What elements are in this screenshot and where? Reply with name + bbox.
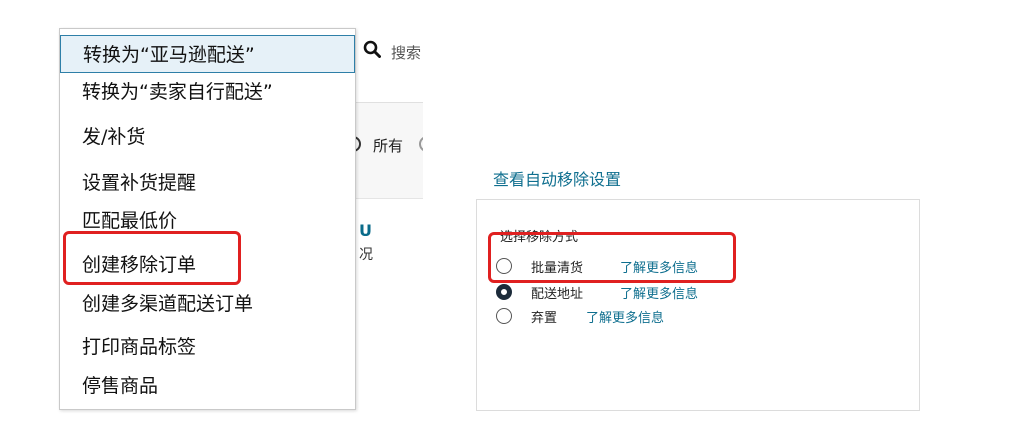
menu-item-create-mcf-order[interactable]: 创建多渠道配送订单 xyxy=(60,285,355,323)
option-liquidation[interactable]: 批量清货 了解更多信息 xyxy=(496,256,736,278)
menu-item-close-listing[interactable]: 停售商品 xyxy=(60,367,355,405)
menu-item-send-replenish[interactable]: 发/补货 xyxy=(60,118,355,156)
option-dispose[interactable]: 弃置 了解更多信息 xyxy=(496,306,736,328)
learn-more-link[interactable]: 了解更多信息 xyxy=(620,283,698,302)
learn-more-link[interactable]: 了解更多信息 xyxy=(586,307,664,326)
background-page-fragment: 搜索 所有 U 况 xyxy=(355,28,423,410)
filter-all-label: 所有 xyxy=(373,137,404,155)
option-label: 批量清货 xyxy=(531,261,584,276)
radio-liquidation[interactable] xyxy=(496,258,512,274)
card-letter: U xyxy=(359,221,372,240)
search-input[interactable]: 搜索 xyxy=(391,42,421,63)
search-icon[interactable] xyxy=(363,40,381,58)
search-bar[interactable]: 搜索 xyxy=(355,28,423,103)
radio-ship-to-address[interactable] xyxy=(496,284,512,300)
action-dropdown-menu: 转换为“亚马逊配送” 转换为“卖家自行配送” 发/补货 设置补货提醒 匹配最低价… xyxy=(59,28,356,410)
menu-item-create-removal-order[interactable]: 创建移除订单 xyxy=(60,246,355,284)
card-text: 况 xyxy=(359,247,373,263)
removal-method-label: 选择移除方式 xyxy=(500,230,579,245)
filter-radio[interactable] xyxy=(419,136,423,152)
view-auto-removal-settings-link[interactable]: 查看自动移除设置 xyxy=(493,166,621,190)
option-ship-to-address[interactable]: 配送地址 了解更多信息 xyxy=(496,282,736,304)
option-label: 配送地址 xyxy=(531,287,584,302)
menu-item-print-labels[interactable]: 打印商品标签 xyxy=(60,328,355,366)
menu-item-convert-fbm[interactable]: 转换为“卖家自行配送” xyxy=(60,73,355,111)
learn-more-link[interactable]: 了解更多信息 xyxy=(620,257,698,276)
menu-item-replenish-alert[interactable]: 设置补货提醒 xyxy=(60,164,355,202)
option-label: 弃置 xyxy=(531,311,558,326)
listing-card: U 况 xyxy=(355,198,423,410)
menu-item-match-lowest-price[interactable]: 匹配最低价 xyxy=(60,202,355,240)
menu-item-convert-fba[interactable]: 转换为“亚马逊配送” xyxy=(60,35,355,73)
radio-dispose[interactable] xyxy=(496,308,512,324)
